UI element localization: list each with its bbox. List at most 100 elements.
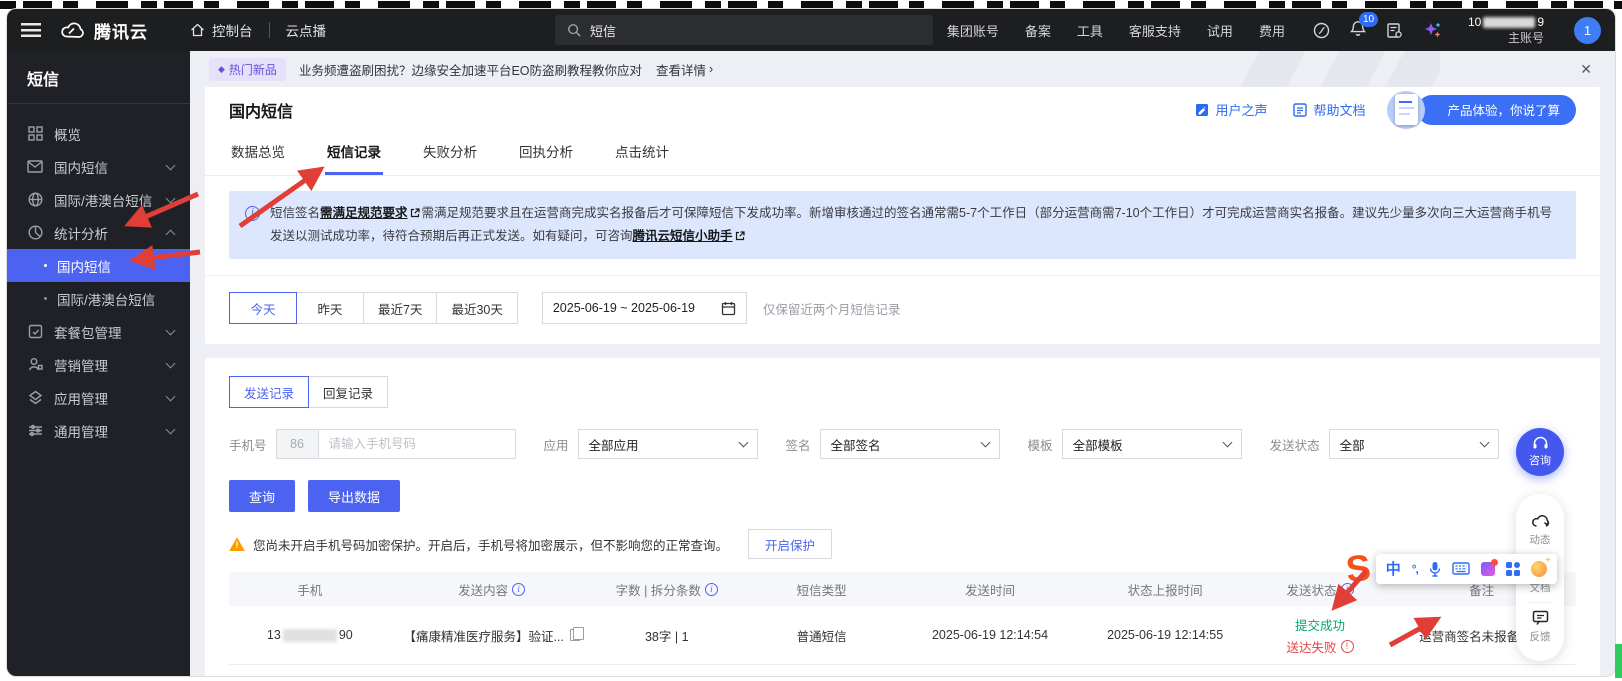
menu-tools[interactable]: 工具 <box>1077 21 1103 40</box>
ime-punctuation-toggle[interactable]: °, <box>1412 562 1418 576</box>
sidebar-item-general[interactable]: 通用管理 <box>7 414 190 447</box>
account-info[interactable]: 109 主账号 <box>1468 14 1544 46</box>
spec-requirement-link[interactable]: 需满足规范要求 <box>320 206 408 220</box>
tool-feedback[interactable]: 反馈 <box>1530 603 1551 651</box>
avatar[interactable]: 1 <box>1574 17 1601 44</box>
sidebar-subitem-intl-sms-stats[interactable]: 国际/港澳台短信 <box>7 282 190 315</box>
enable-protection-button[interactable]: 开启保护 <box>748 529 832 559</box>
tab-receipt-analysis[interactable]: 回执分析 <box>517 132 575 175</box>
redaction-scribbles <box>0 1 1622 9</box>
page-title: 国内短信 <box>229 98 293 122</box>
warning-text: 您尚未开启手机号码加密保护。开启后，手机号将加密展示，但不影响您的正常查询。 <box>253 535 728 554</box>
product-link[interactable]: 云点播 <box>286 20 327 40</box>
chevron-down-icon <box>738 438 748 448</box>
export-button[interactable]: 导出数据 <box>308 480 400 512</box>
chevron-down-icon <box>166 193 176 203</box>
info-icon[interactable]: i <box>705 583 718 596</box>
send-status-select[interactable]: 全部 <box>1329 429 1499 459</box>
banner-text: 业务频遭盗刷困扰？边缘安全加速平台EO防盗刷教程教你应对 <box>299 60 642 79</box>
ime-emoji-icon[interactable] <box>1531 561 1547 577</box>
menu-billing[interactable]: 费用 <box>1259 21 1285 40</box>
sidebar-item-intl-sms[interactable]: 国际/港澳台短信 <box>7 183 190 216</box>
consult-float-button[interactable]: 咨询 <box>1516 428 1564 476</box>
hamburger-menu-icon[interactable] <box>21 23 41 37</box>
search-text: 短信 <box>590 21 616 40</box>
header-content: 发送内容i <box>391 580 593 599</box>
topbar-right: 集团账号 备案 工具 客服支持 试用 费用 10 109 主账号 1 <box>947 14 1601 46</box>
menu-trial[interactable]: 试用 <box>1207 21 1233 40</box>
ime-toolbox-icon[interactable] <box>1506 562 1520 576</box>
date-preset-group: 今天 昨天 最近7天 最近30天 <box>229 292 518 324</box>
menu-group-account[interactable]: 集团账号 <box>947 21 999 40</box>
ai-sparkle-icon[interactable] <box>1423 21 1442 39</box>
sidebar-title: 短信 <box>7 51 190 104</box>
app-select[interactable]: 全部应用 <box>578 429 758 459</box>
voice-circle-icon[interactable] <box>1313 22 1330 39</box>
copy-icon[interactable] <box>570 629 580 641</box>
sidebar: 短信 概览 国内短信 国际/港澳台短信 统计分析 <box>7 51 190 676</box>
tab-send-records[interactable]: 发送记录 <box>229 376 309 408</box>
tab-click-statistics[interactable]: 点击统计 <box>613 132 671 175</box>
retention-note: 仅保留近两个月短信记录 <box>763 299 901 318</box>
brand[interactable]: 腾讯云 <box>59 18 148 43</box>
arrow-right-icon: › <box>709 62 713 76</box>
date-range-picker[interactable]: 2025-06-19 ~ 2025-06-19 <box>542 292 747 324</box>
tab-sms-records[interactable]: 短信记录 <box>325 132 383 175</box>
screen-edge-artifact <box>1615 644 1622 678</box>
sidebar-subitem-domestic-sms-stats[interactable]: 国内短信 <box>7 249 190 282</box>
help-doc-link[interactable]: 帮助文档 <box>1293 100 1365 119</box>
sidebar-item-marketing[interactable]: 营销管理 <box>7 348 190 381</box>
page-header: 国内短信 用户之声 帮助文档 产品体验，你说 <box>205 87 1600 132</box>
error-info-icon[interactable]: ! <box>1341 640 1354 653</box>
sidebar-item-statistics[interactable]: 统计分析 <box>7 216 190 249</box>
phone-label: 手机号 <box>229 435 267 454</box>
billing-doc-icon[interactable] <box>1386 22 1403 39</box>
sidebar-item-package[interactable]: 套餐包管理 <box>7 315 190 348</box>
records-card: 发送记录 回复记录 手机号 86 应用 全部应用 签名 全部签名 模板 全部模板… <box>205 358 1600 676</box>
console-link[interactable]: 控制台 <box>190 20 253 40</box>
sidebar-item-application[interactable]: 应用管理 <box>7 381 190 414</box>
sms-assistant-link[interactable]: 腾讯云短信小助手 <box>633 229 733 243</box>
tab-reply-records[interactable]: 回复记录 <box>308 376 388 408</box>
chevron-down-icon <box>1479 438 1489 448</box>
info-icon: i <box>245 206 260 221</box>
tab-failure-analysis[interactable]: 失败分析 <box>421 132 479 175</box>
chevron-down-icon <box>166 325 176 335</box>
signature-select[interactable]: 全部签名 <box>820 429 1000 459</box>
ime-lang-toggle[interactable]: 中 <box>1386 558 1401 579</box>
sogou-logo-icon[interactable]: S <box>1344 549 1372 588</box>
tool-dynamics[interactable]: 动态 <box>1530 506 1551 554</box>
sidebar-item-overview[interactable]: 概览 <box>7 117 190 150</box>
preset-last7days[interactable]: 最近7天 <box>363 292 437 324</box>
droplet-icon: ◆ <box>218 64 225 75</box>
ime-skin-icon[interactable] <box>1481 562 1495 576</box>
preset-yesterday[interactable]: 昨天 <box>296 292 364 324</box>
product-experience-button[interactable]: 产品体验，你说了算 <box>1417 95 1576 125</box>
info-icon[interactable]: i <box>512 583 525 596</box>
banner-close-icon[interactable]: ✕ <box>1576 59 1596 80</box>
banner-detail-link[interactable]: 查看详情› <box>656 60 713 79</box>
notifications[interactable]: 10 <box>1350 20 1366 40</box>
menu-support[interactable]: 客服支持 <box>1129 21 1181 40</box>
menu-icp[interactable]: 备案 <box>1025 21 1051 40</box>
banner-decoration <box>1210 51 1440 87</box>
warning-triangle-icon: ! <box>229 537 245 551</box>
template-select[interactable]: 全部模板 <box>1062 429 1242 459</box>
microphone-icon[interactable] <box>1429 561 1441 577</box>
preset-last30days[interactable]: 最近30天 <box>436 292 517 324</box>
person-icon <box>27 357 43 373</box>
sidebar-item-domestic-sms[interactable]: 国内短信 <box>7 150 190 183</box>
table-row: 13290 【痛康精准医疗服务】您的... 37字 | 1 普通短信 2025-… <box>229 665 1576 676</box>
query-button[interactable]: 查询 <box>229 480 295 512</box>
signature-info-alert: i 短信签名需满足规范要求需满足规范要求且在运营商完成实名报备后才可保障短信下发… <box>229 191 1576 259</box>
preset-today[interactable]: 今天 <box>229 292 297 324</box>
search-box[interactable]: 短信 <box>555 15 933 45</box>
package-icon <box>27 324 43 340</box>
phone-input[interactable] <box>318 429 516 459</box>
keyboard-icon[interactable] <box>1452 562 1470 575</box>
hot-product-badge[interactable]: ◆热门新品 <box>209 58 286 81</box>
tab-data-overview[interactable]: 数据总览 <box>229 132 287 175</box>
sidebar-menu: 概览 国内短信 国际/港澳台短信 统计分析 <box>7 104 190 447</box>
record-type-tabs: 发送记录 回复记录 <box>229 376 1576 408</box>
user-voice-link[interactable]: 用户之声 <box>1195 100 1267 119</box>
